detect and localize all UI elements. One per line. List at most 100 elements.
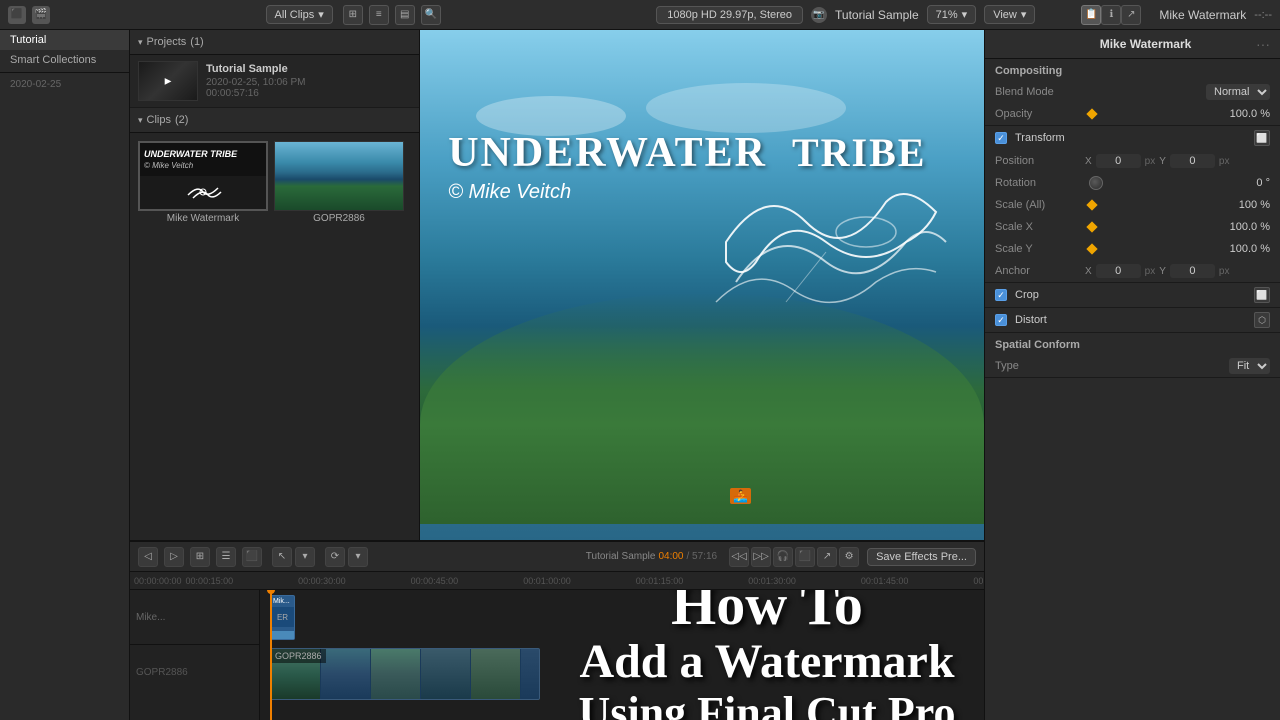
crop-icon: ⬜	[1254, 287, 1270, 303]
track1-name: Mike...	[136, 612, 165, 623]
clip-thumb-top	[140, 143, 266, 176]
inspector-title: Mike Watermark	[1100, 37, 1192, 51]
distort-section: ✓ Distort ⬡	[985, 308, 1280, 333]
tl-nav-center: Tutorial Sample 04:00 / 57:16	[586, 551, 717, 562]
crop-header-row: ✓ Crop ⬜	[985, 283, 1280, 307]
inspector-btn[interactable]: 📋	[1081, 5, 1101, 25]
tl-back-btn[interactable]: ◁	[138, 547, 158, 567]
anchor-x-label: X	[1085, 266, 1092, 277]
clip-block-icon: ER	[277, 613, 288, 622]
clip-block-bar	[271, 631, 294, 639]
info-btn[interactable]: ℹ	[1101, 5, 1121, 25]
watermark-clip-block[interactable]: Mik... ER	[270, 595, 295, 640]
ruler-115: 00:01:15:00	[636, 576, 684, 586]
view-dropdown[interactable]: View ▾	[984, 5, 1035, 24]
cloud-2	[646, 83, 846, 133]
preview-title-text: Underwater Tribe	[448, 129, 730, 177]
landscape-bg	[275, 142, 403, 210]
search-btn[interactable]: 🔍	[421, 5, 441, 25]
clip-block-label: Mik...	[271, 596, 294, 607]
blend-mode-select[interactable]: Normal	[1206, 84, 1270, 100]
tl-grid-btn[interactable]: ⊞	[190, 547, 210, 567]
tl-export-btn[interactable]: ↗	[817, 547, 837, 567]
save-effects-btn[interactable]: Save Effects Pre...	[867, 548, 976, 566]
frame-2	[321, 649, 371, 699]
inspector-overflow-btn[interactable]: ···	[1256, 36, 1270, 52]
projects-count: (1)	[190, 36, 203, 48]
tl-zoom-in-btn[interactable]: ▷▷	[751, 547, 771, 567]
tl-cursor-expand-btn[interactable]: ▾	[295, 547, 315, 567]
share-btn[interactable]: ↗	[1121, 5, 1141, 25]
project-item[interactable]: ▶ Tutorial Sample 2020-02-25, 10:06 PM 0…	[130, 55, 419, 108]
project-duration: 00:00:57:16	[206, 88, 306, 99]
zoom-dropdown[interactable]: 71% ▾	[927, 5, 977, 24]
tl-cursor-btn[interactable]: ↖	[272, 547, 292, 567]
distort-checkbox[interactable]: ✓	[995, 314, 1007, 326]
tl-audio-btn[interactable]: ◁◁	[729, 547, 749, 567]
tl-transform-expand-btn[interactable]: ▾	[348, 547, 368, 567]
ruler-15: 00:00:15:00	[186, 576, 234, 586]
clips-count: (2)	[175, 114, 188, 126]
anchor-y-value: 0	[1170, 264, 1215, 278]
clips-expand-icon[interactable]: ▾	[138, 115, 143, 126]
tl-fwd-btn[interactable]: ▷	[164, 547, 184, 567]
anchor-y-label: Y	[1159, 266, 1166, 277]
scale-x-label: Scale X	[995, 221, 1085, 233]
position-x-label: X	[1085, 156, 1092, 167]
type-select[interactable]: Fit	[1229, 358, 1270, 374]
crop-checkbox[interactable]: ✓	[995, 289, 1007, 301]
scale-keyframe-icon	[1086, 199, 1097, 210]
tl-right-buttons: ◁◁ ▷▷ 🎧 ⬛ ↗ ⚙	[729, 547, 859, 567]
tl-mode-btn[interactable]: ⬛	[242, 547, 262, 567]
clip-label-watermark: Mike Watermark	[167, 213, 239, 224]
timeline-container: ◁ ▷ ⊞ ☰ ⬛ ↖ ▾ ⟳ ▾ Tutorial Sample 04:00 …	[130, 540, 984, 720]
opacity-label: Opacity	[995, 108, 1085, 120]
watermark-svg	[706, 162, 956, 342]
nav-smart-collections[interactable]: Smart Collections	[0, 50, 129, 70]
inspector-panel: Mike Watermark ··· Compositing Blend Mod…	[984, 30, 1280, 720]
spatial-conform-title: Spatial Conform	[985, 333, 1280, 355]
rotation-value: 0 °	[1107, 177, 1270, 189]
position-y-value: 0	[1170, 154, 1215, 168]
opacity-value: 100.0 %	[1099, 108, 1270, 120]
position-x-value: 0	[1096, 154, 1141, 168]
preview-title-area: Underwater Tribe © Mike Veitch	[448, 129, 730, 204]
projects-expand-icon[interactable]: ▾	[138, 37, 143, 48]
timeline-ruler: 00:00:00:00 00:00:15:00 00:00:30:00 00:0…	[130, 572, 984, 590]
all-clips-dropdown[interactable]: All Clips ▾	[266, 5, 333, 24]
distort-icon-area: ⬡	[1254, 312, 1270, 328]
ruler-45: 00:00:45:00	[411, 576, 459, 586]
transform-expand-icon: ⬜	[1254, 130, 1270, 146]
tl-transform-btn[interactable]: ⟳	[325, 547, 345, 567]
tl-settings-btn[interactable]: ⚙	[839, 547, 859, 567]
filmstrip-btn[interactable]: ▤	[395, 5, 415, 25]
ruler-130: 00:01:30:00	[748, 576, 796, 586]
tl-list-btn[interactable]: ☰	[216, 547, 236, 567]
clip-item-watermark[interactable]: Underwater Tribe © Mike Veitch Mike Wate…	[138, 141, 268, 224]
zoom-label: 71%	[936, 9, 958, 21]
clip-item-gopr[interactable]: GOPR2886	[274, 141, 404, 224]
nav-tutorial[interactable]: Tutorial	[0, 30, 129, 50]
compositing-title: Compositing	[985, 59, 1280, 81]
all-clips-label: All Clips	[275, 9, 315, 21]
app-icon[interactable]: ⬛	[8, 6, 26, 24]
video-clip-block[interactable]: GOPR2886	[270, 648, 540, 700]
ruler-start: 00:00:00:00	[134, 576, 182, 586]
project-title: Tutorial Sample	[835, 8, 919, 22]
playhead	[270, 590, 272, 720]
distort-icon: ⬡	[1254, 312, 1270, 328]
anchor-x-unit: px	[1145, 266, 1156, 277]
list-view-btn[interactable]: ≡	[369, 5, 389, 25]
media-icon[interactable]: 🎬	[32, 6, 50, 24]
watermark-label: Mike Watermark	[1159, 8, 1246, 22]
opacity-keyframe-icon	[1086, 108, 1097, 119]
transform-checkbox[interactable]: ✓	[995, 132, 1007, 144]
tl-headphones-btn[interactable]: 🎧	[773, 547, 793, 567]
grid-view-btn[interactable]: ⊞	[343, 5, 363, 25]
ruler-30: 00:00:30:00	[298, 576, 346, 586]
anchor-y-unit: px	[1219, 266, 1230, 277]
rotation-dial-icon	[1089, 176, 1103, 190]
frame-3	[371, 649, 421, 699]
view-arrow-icon: ▾	[1021, 8, 1027, 21]
tl-split-btn[interactable]: ⬛	[795, 547, 815, 567]
